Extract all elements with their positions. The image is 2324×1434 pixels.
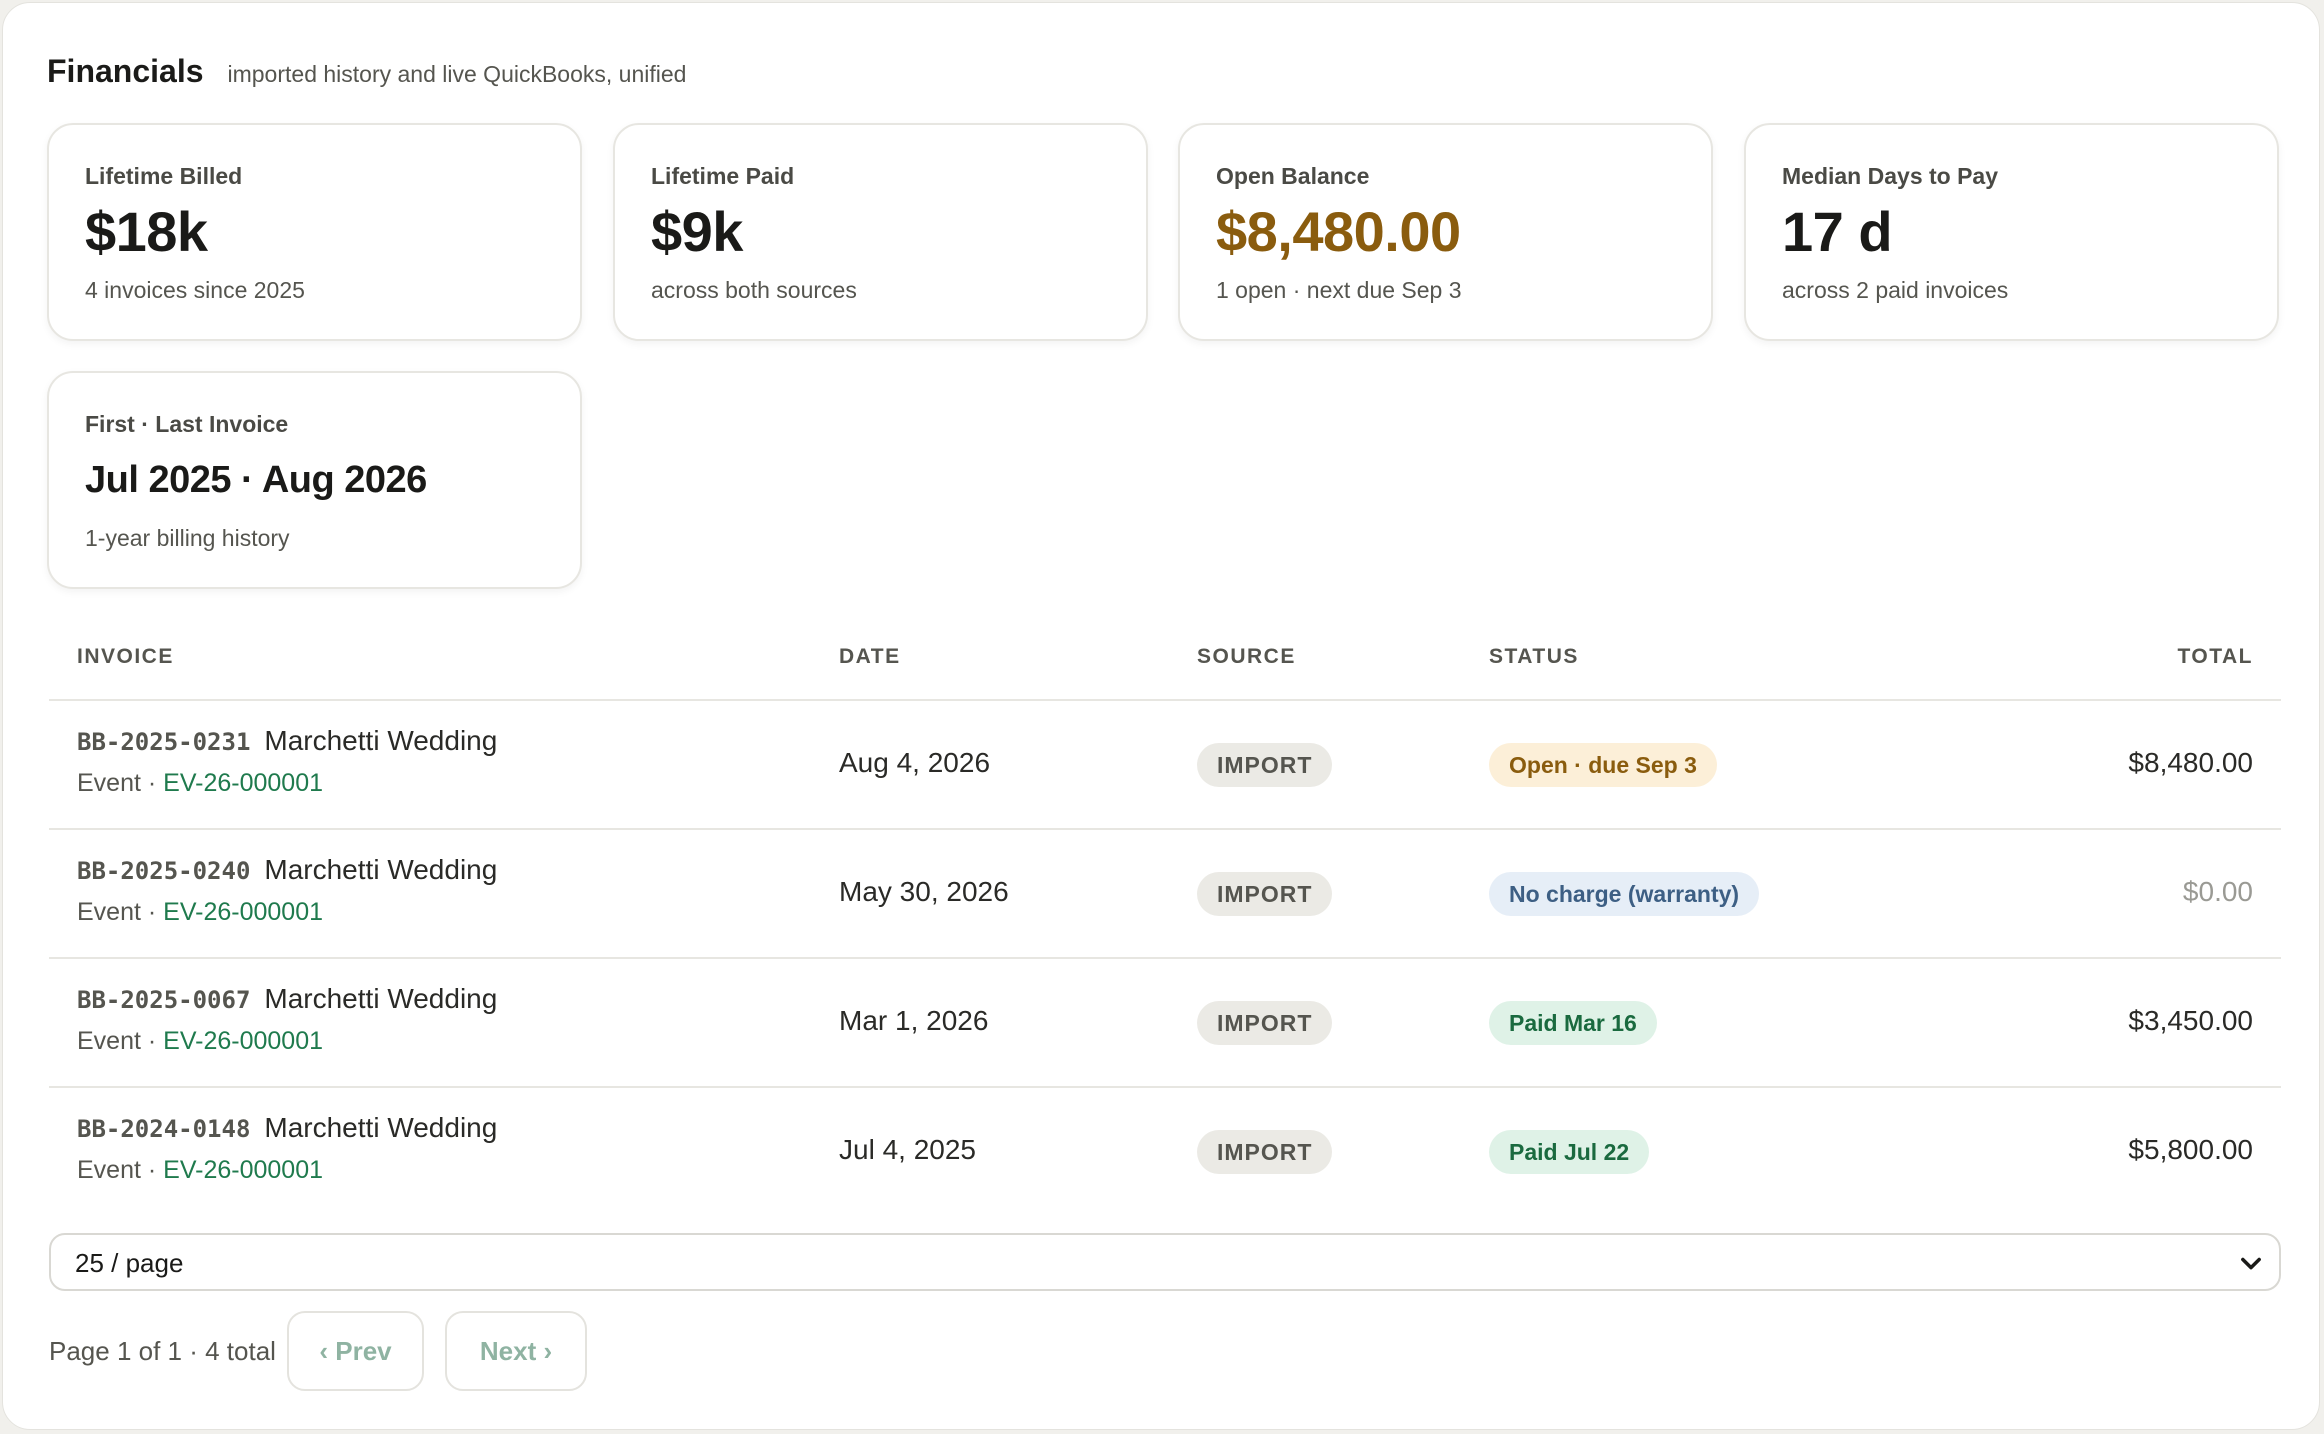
table-row[interactable]: BB-2025-0231 Marchetti Wedding Event · E… (49, 701, 2281, 830)
invoice-total: $5,800.00 (2128, 1134, 2253, 1165)
card-median-days-to-pay: Median Days to Pay 17 d across 2 paid in… (1744, 123, 2279, 341)
source-badge: IMPORT (1197, 743, 1333, 787)
card-value: $9k (651, 200, 743, 263)
invoice-date: Mar 1, 2026 (839, 1005, 989, 1036)
card-value: $8,480.00 (1216, 200, 1461, 263)
invoice-event-line: Event · EV-26-000001 (77, 1156, 323, 1185)
card-label: Median Days to Pay (1782, 163, 1999, 189)
event-type-label: Event · (77, 1156, 164, 1184)
source-badge: IMPORT (1197, 1130, 1333, 1174)
event-link[interactable]: EV-26-000001 (163, 1027, 323, 1055)
event-type-label: Event · (77, 898, 164, 926)
invoice-id[interactable]: BB-2025-0231 (77, 728, 250, 756)
page-size-select[interactable]: 25 / page (49, 1233, 2281, 1291)
status-badge: Paid Jul 22 (1489, 1130, 1650, 1174)
card-label: Open Balance (1216, 163, 1370, 189)
status-badge: Open · due Sep 3 (1489, 743, 1717, 787)
page-subtitle: imported history and live QuickBooks, un… (227, 61, 687, 87)
event-link[interactable]: EV-26-000001 (163, 1156, 323, 1184)
financials-panel: Financials imported history and live Qui… (2, 2, 2320, 1430)
event-link[interactable]: EV-26-000001 (163, 898, 323, 926)
invoice-cell: BB-2025-0231 Marchetti Wedding (77, 725, 497, 757)
event-link[interactable]: EV-26-000001 (163, 769, 323, 797)
card-value: 17 d (1782, 200, 1893, 263)
next-page-button[interactable]: Next › (445, 1311, 587, 1391)
source-badge: IMPORT (1197, 1001, 1333, 1045)
card-open-balance: Open Balance $8,480.00 1 open · next due… (1178, 123, 1713, 341)
card-note: 1 open · next due Sep 3 (1216, 277, 1462, 303)
column-header-source[interactable]: SOURCE (1197, 645, 1296, 669)
invoice-total: $8,480.00 (2128, 747, 2253, 778)
column-header-status[interactable]: STATUS (1489, 645, 1579, 669)
card-note: across 2 paid invoices (1782, 277, 2009, 303)
invoice-name: Marchetti Wedding (264, 725, 498, 756)
card-first-last-invoice: First · Last Invoice Jul 2025 · Aug 2026… (47, 371, 582, 589)
card-note: 4 invoices since 2025 (85, 277, 305, 303)
source-badge: IMPORT (1197, 872, 1333, 916)
invoice-cell: BB-2025-0067 Marchetti Wedding (77, 983, 497, 1015)
table-row[interactable]: BB-2025-0240 Marchetti Wedding Event · E… (49, 830, 2281, 959)
card-note: across both sources (651, 277, 857, 303)
invoice-name: Marchetti Wedding (264, 1112, 498, 1143)
page-title: Financials (47, 53, 204, 89)
invoice-event-line: Event · EV-26-000001 (77, 769, 323, 798)
card-lifetime-billed: Lifetime Billed $18k 4 invoices since 20… (47, 123, 582, 341)
card-label: Lifetime Billed (85, 163, 243, 189)
event-type-label: Event · (77, 1027, 164, 1055)
chevron-down-icon (2241, 1257, 2261, 1270)
invoice-total: $0.00 (2182, 876, 2253, 907)
column-header-total[interactable]: TOTAL (2177, 645, 2253, 669)
invoice-date: Jul 4, 2025 (839, 1134, 976, 1165)
column-header-date[interactable]: DATE (839, 645, 901, 669)
invoice-table: INVOICE DATE SOURCE STATUS TOTAL BB-2025… (49, 623, 2281, 1215)
card-value: Jul 2025 · Aug 2026 (85, 459, 427, 501)
card-note: 1-year billing history (85, 525, 290, 551)
prev-page-button[interactable]: ‹ Prev (287, 1311, 424, 1391)
invoice-date: May 30, 2026 (839, 876, 1009, 907)
card-label: First · Last Invoice (85, 411, 289, 437)
invoice-id[interactable]: BB-2025-0240 (77, 857, 250, 885)
status-badge: No charge (warranty) (1489, 872, 1760, 916)
invoice-id[interactable]: BB-2024-0148 (77, 1115, 250, 1143)
invoice-id[interactable]: BB-2025-0067 (77, 986, 250, 1014)
table-row[interactable]: BB-2024-0148 Marchetti Wedding Event · E… (49, 1088, 2281, 1215)
status-badge: Paid Mar 16 (1489, 1001, 1657, 1045)
invoice-event-line: Event · EV-26-000001 (77, 1027, 323, 1056)
table-header: INVOICE DATE SOURCE STATUS TOTAL (49, 623, 2281, 701)
event-type-label: Event · (77, 769, 164, 797)
card-lifetime-paid: Lifetime Paid $9k across both sources (613, 123, 1148, 341)
table-row[interactable]: BB-2025-0067 Marchetti Wedding Event · E… (49, 959, 2281, 1088)
invoice-name: Marchetti Wedding (264, 854, 498, 885)
invoice-event-line: Event · EV-26-000001 (77, 898, 323, 927)
invoice-name: Marchetti Wedding (264, 983, 498, 1014)
page-size-value: 25 / page (75, 1248, 184, 1278)
card-label: Lifetime Paid (651, 163, 795, 189)
panel-header: Financials imported history and live Qui… (47, 53, 686, 90)
invoice-total: $3,450.00 (2128, 1005, 2253, 1036)
column-header-invoice[interactable]: INVOICE (77, 645, 174, 669)
invoice-date: Aug 4, 2026 (839, 747, 991, 778)
invoice-cell: BB-2024-0148 Marchetti Wedding (77, 1112, 497, 1144)
card-value: $18k (85, 200, 208, 263)
pagination-summary: Page 1 of 1 · 4 total (49, 1336, 276, 1366)
invoice-cell: BB-2025-0240 Marchetti Wedding (77, 854, 497, 886)
